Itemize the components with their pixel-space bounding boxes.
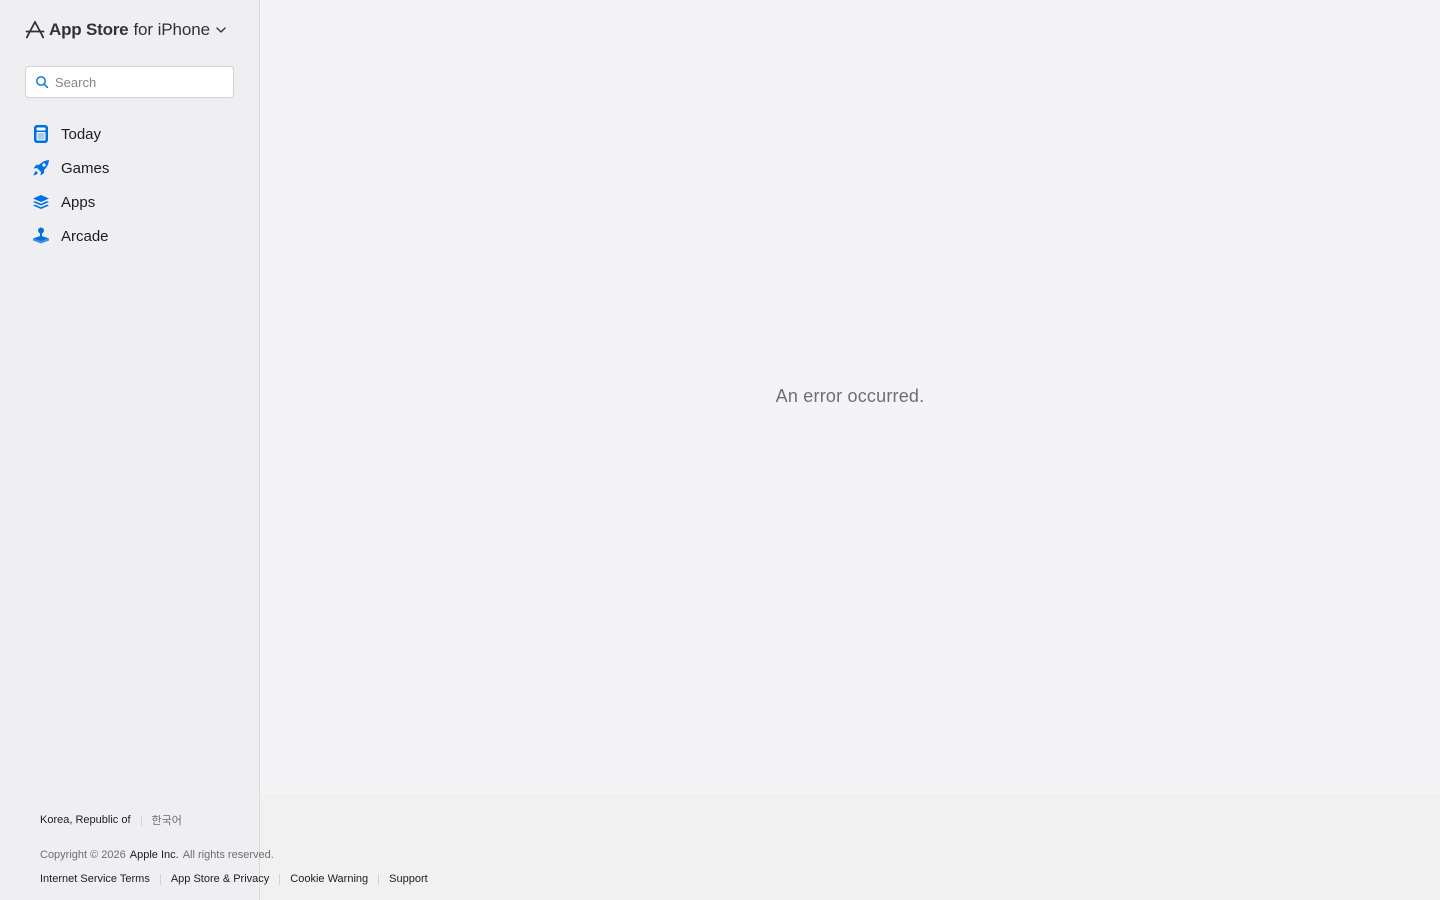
main-content: An error occurred. <box>260 0 1440 794</box>
error-message: An error occurred. <box>775 386 925 406</box>
sidebar-item-label: Games <box>61 159 110 177</box>
sidebar-item-label: Today <box>61 125 102 143</box>
divider <box>159 873 161 885</box>
apple-inc-link[interactable]: Apple Inc. <box>130 849 179 861</box>
sidebar-item-games[interactable]: Games <box>25 151 235 185</box>
app-store-icon <box>25 20 45 40</box>
sidebar-item-arcade[interactable]: Arcade <box>25 219 235 253</box>
support-link[interactable]: Support <box>389 873 428 885</box>
locale-row: Korea, Republic of 한국어 <box>40 812 182 828</box>
sidebar: App Store for iPhone Search Today Games … <box>0 0 260 900</box>
chevron-down-icon[interactable] <box>215 24 227 36</box>
brand-header[interactable]: App Store for iPhone <box>25 19 227 41</box>
sidebar-item-label: Apps <box>61 193 96 211</box>
footer-links: Internet Service Terms App Store & Priva… <box>40 873 428 885</box>
today-icon <box>31 124 51 144</box>
sidebar-item-today[interactable]: Today <box>25 117 235 151</box>
layers-icon <box>31 192 51 212</box>
search-icon <box>35 75 49 89</box>
rocket-icon <box>31 158 51 178</box>
divider <box>140 814 142 826</box>
footer <box>260 794 1440 900</box>
sidebar-item-label: Arcade <box>61 227 109 245</box>
language-link[interactable]: 한국어 <box>152 812 182 828</box>
app-store-privacy-link[interactable]: App Store & Privacy <box>171 873 269 885</box>
country-link[interactable]: Korea, Republic of <box>40 814 131 826</box>
search-input[interactable] <box>55 74 225 90</box>
joystick-icon <box>31 226 51 246</box>
internet-service-terms-link[interactable]: Internet Service Terms <box>40 873 150 885</box>
divider <box>378 873 380 885</box>
cookie-warning-link[interactable]: Cookie Warning <box>290 873 368 885</box>
divider <box>279 873 281 885</box>
rights-text: All rights reserved. <box>182 849 274 861</box>
copyright-row: Copyright © 2026 Apple Inc. All rights r… <box>40 849 274 861</box>
platform-label: for iPhone <box>133 20 210 39</box>
sidebar-item-apps[interactable]: Apps <box>25 185 235 219</box>
brand-name: App Store <box>49 20 129 39</box>
copyright-text: Copyright © 2026 <box>40 849 126 861</box>
sidebar-nav: Today Games Apps Arcade <box>25 117 235 253</box>
search-field[interactable] <box>25 66 234 98</box>
